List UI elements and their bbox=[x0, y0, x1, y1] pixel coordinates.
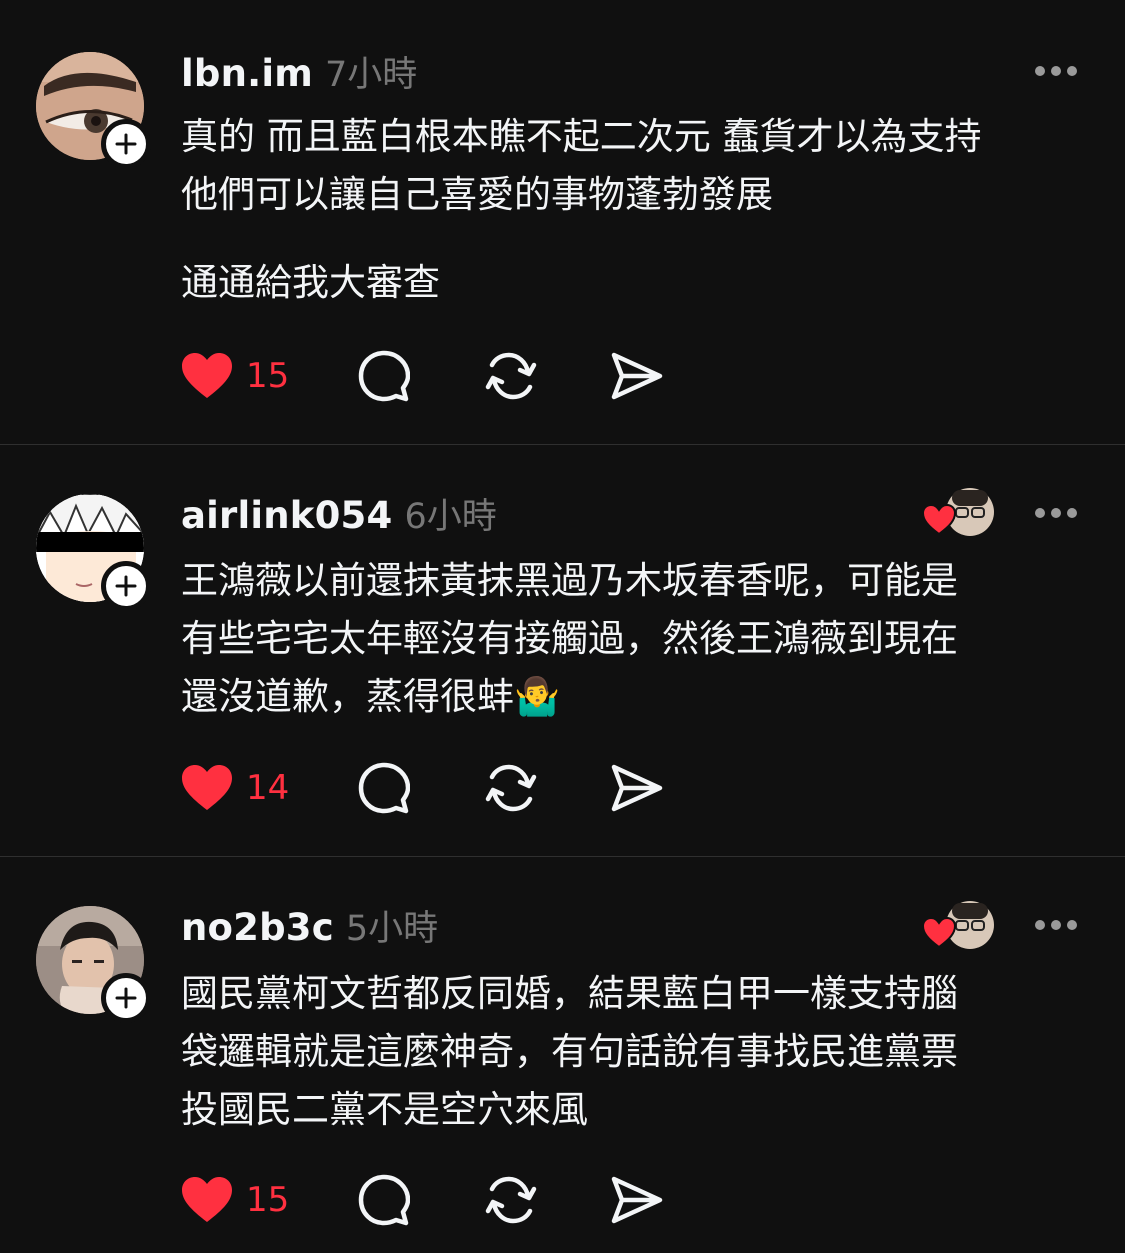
plus-icon bbox=[115, 133, 137, 155]
post-paragraph: 真的 而且藍白根本瞧不起二次元 蠢貨才以為支持 他們可以讓自己喜愛的事物蓬勃發展 bbox=[181, 115, 982, 216]
post-header: no2b3c 5小時 bbox=[181, 900, 438, 951]
like-button[interactable]: 14 bbox=[180, 760, 289, 816]
plus-icon bbox=[115, 987, 137, 1009]
comment-button[interactable] bbox=[358, 348, 410, 404]
share-button[interactable] bbox=[610, 348, 664, 404]
more-options-icon[interactable] bbox=[1034, 918, 1078, 932]
post-header: airlink054 6小時 bbox=[181, 488, 497, 539]
post-text: 國民黨柯文哲都反同婚，結果藍白甲一樣支持腦 袋邏輯就是這麼神奇，有句話說有事找民… bbox=[181, 965, 1081, 1139]
more-options-icon[interactable] bbox=[1034, 506, 1078, 520]
heart-filled-icon bbox=[182, 353, 232, 398]
post-text: 王鴻薇以前還抹黃抹黑過乃木坂春香呢，可能是 有些宅宅太年輕沒有接觸過，然後王鴻薇… bbox=[181, 552, 1081, 726]
send-icon bbox=[611, 764, 663, 812]
divider bbox=[0, 444, 1125, 445]
timestamp: 5小時 bbox=[345, 909, 439, 949]
share-button[interactable] bbox=[610, 760, 664, 816]
comment-icon bbox=[358, 762, 410, 814]
comment-button[interactable] bbox=[358, 760, 410, 816]
send-icon bbox=[611, 1176, 663, 1224]
post-paragraph: 王鴻薇以前還抹黃抹黑過乃木坂春香呢，可能是 有些宅宅太年輕沒有接觸過，然後王鴻薇… bbox=[181, 559, 958, 718]
follow-button[interactable] bbox=[101, 561, 151, 611]
post-paragraph: 國民黨柯文哲都反同婚，結果藍白甲一樣支持腦 袋邏輯就是這麼神奇，有句話說有事找民… bbox=[181, 972, 958, 1131]
post-header: lbn.im 7小時 bbox=[181, 46, 417, 97]
username[interactable]: airlink054 bbox=[181, 494, 392, 537]
repost-button[interactable] bbox=[484, 348, 538, 404]
like-button[interactable]: 15 bbox=[180, 1172, 289, 1228]
timestamp: 7小時 bbox=[325, 55, 418, 95]
send-icon bbox=[611, 352, 663, 400]
share-button[interactable] bbox=[610, 1172, 664, 1228]
follow-button[interactable] bbox=[101, 119, 151, 169]
more-options-icon[interactable] bbox=[1034, 64, 1078, 78]
like-button[interactable]: 15 bbox=[180, 348, 289, 404]
comment-icon bbox=[358, 350, 410, 402]
repost-icon bbox=[485, 352, 537, 400]
like-count: 15 bbox=[246, 1180, 290, 1220]
timestamp: 6小時 bbox=[404, 497, 497, 537]
repost-button[interactable] bbox=[484, 760, 538, 816]
liked-by-author-indicator bbox=[922, 488, 994, 536]
heart-filled-icon bbox=[182, 765, 232, 810]
repost-icon bbox=[485, 764, 537, 812]
like-count: 14 bbox=[246, 768, 290, 808]
plus-icon bbox=[115, 575, 137, 597]
username[interactable]: no2b3c bbox=[181, 906, 334, 949]
follow-button[interactable] bbox=[101, 973, 151, 1023]
repost-icon bbox=[485, 1176, 537, 1224]
post-text: 真的 而且藍白根本瞧不起二次元 蠢貨才以為支持 他們可以讓自己喜愛的事物蓬勃發展… bbox=[181, 108, 1081, 312]
comment-button[interactable] bbox=[358, 1172, 410, 1228]
post-paragraph: 通通給我大審查 bbox=[181, 261, 440, 304]
username[interactable]: lbn.im bbox=[181, 52, 313, 95]
divider bbox=[0, 856, 1125, 857]
repost-button[interactable] bbox=[484, 1172, 538, 1228]
comment-icon bbox=[358, 1174, 410, 1226]
heart-filled-icon bbox=[182, 1177, 232, 1222]
like-count: 15 bbox=[246, 356, 290, 396]
liked-by-author-indicator bbox=[922, 901, 994, 949]
